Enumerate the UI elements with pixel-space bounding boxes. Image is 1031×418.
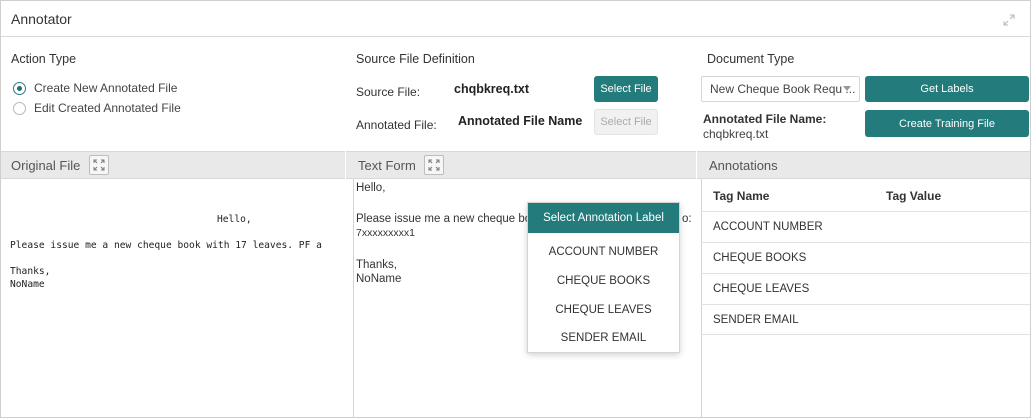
source-definition-heading: Source File Definition: [356, 52, 475, 66]
annotation-row[interactable]: SENDER EMAIL: [701, 304, 1030, 335]
annotation-row[interactable]: ACCOUNT NUMBER: [701, 211, 1030, 242]
popup-item-account-number[interactable]: ACCOUNT NUMBER: [528, 246, 679, 258]
radio-edit-created-label: Edit Created Annotated File: [34, 101, 181, 115]
text-form-line-2[interactable]: 7xxxxxxxxx1: [356, 227, 415, 239]
text-form-thanks[interactable]: Thanks,: [356, 259, 397, 271]
create-training-file-button[interactable]: Create Training File: [865, 110, 1029, 137]
document-type-selected: New Cheque Book Requ ...: [710, 82, 856, 96]
document-type-heading: Document Type: [707, 52, 795, 66]
original-line-2: Please issue me a new cheque book with 1…: [10, 240, 322, 251]
popup-item-cheque-books[interactable]: CHEQUE BOOKS: [528, 275, 679, 287]
radio-unchecked-icon[interactable]: [13, 101, 26, 115]
title-bar: Annotator: [1, 1, 1030, 37]
select-file-button[interactable]: Select File: [594, 76, 658, 102]
text-form-name[interactable]: NoName: [356, 273, 401, 285]
tag-value-header: Tag Value: [886, 189, 942, 203]
radio-create-new[interactable]: Create New Annotated File: [13, 81, 177, 95]
annotation-label-popup: Select Annotation Label ACCOUNT NUMBER C…: [527, 202, 680, 353]
popup-title: Select Annotation Label: [528, 203, 679, 233]
annotated-name-value: chqbkreq.txt: [703, 127, 769, 141]
original-line-4: NoName: [10, 279, 45, 290]
text-form-greeting[interactable]: Hello,: [356, 182, 385, 194]
chevron-down-icon: [843, 86, 851, 91]
document-type-select[interactable]: New Cheque Book Requ ...: [701, 76, 860, 102]
radio-create-new-label: Create New Annotated File: [34, 81, 178, 95]
text-form-bar: Text Form: [346, 151, 696, 179]
maximize-icon[interactable]: [424, 155, 444, 175]
annotations-title: Annotations: [709, 158, 778, 173]
select-file-disabled-button: Select File: [594, 109, 658, 135]
original-file-bar: Original File: [1, 151, 345, 179]
annotation-tag: CHEQUE LEAVES: [713, 283, 810, 295]
annotation-row[interactable]: CHEQUE BOOKS: [701, 242, 1030, 273]
annotated-file-label: Annotated File:: [356, 118, 437, 132]
annotator-window: Annotator Action Type Create New Annotat…: [0, 0, 1031, 418]
annotation-row[interactable]: CHEQUE LEAVES: [701, 273, 1030, 304]
panel-divider: [353, 179, 354, 418]
text-form-title: Text Form: [358, 158, 416, 173]
text-form-line-1[interactable]: Please issue me a new cheque boo: [356, 213, 538, 225]
source-file-label: Source File:: [356, 85, 421, 99]
tag-name-header: Tag Name: [713, 189, 770, 203]
annotation-tag: ACCOUNT NUMBER: [713, 221, 823, 233]
action-type-heading: Action Type: [11, 52, 77, 66]
expand-arrows-icon[interactable]: [1002, 13, 1016, 27]
annotation-tag: SENDER EMAIL: [713, 314, 799, 326]
original-line-1: Hello,: [217, 214, 252, 225]
original-file-title: Original File: [11, 158, 81, 173]
popup-item-cheque-leaves[interactable]: CHEQUE LEAVES: [528, 304, 679, 316]
action-type-section: Action Type Create New Annotated File Ed…: [1, 37, 345, 151]
annotation-tag: CHEQUE BOOKS: [713, 252, 807, 264]
annotations-bar: Annotations: [697, 151, 1030, 179]
window-title: Annotator: [11, 11, 72, 27]
source-definition-section: Source File Definition Source File: chqb…: [346, 37, 696, 151]
source-file-value: chqbkreq.txt: [454, 82, 530, 96]
popup-item-sender-email[interactable]: SENDER EMAIL: [528, 332, 679, 344]
annotated-name-label: Annotated File Name:: [703, 112, 827, 126]
document-type-section: Document Type New Cheque Book Requ ... G…: [697, 37, 1030, 151]
text-form-line-1-tail[interactable]: o:: [682, 213, 692, 225]
maximize-icon[interactable]: [89, 155, 109, 175]
get-labels-button[interactable]: Get Labels: [865, 76, 1029, 102]
radio-checked-icon[interactable]: [13, 81, 26, 95]
original-line-3: Thanks,: [10, 266, 51, 277]
radio-edit-created[interactable]: Edit Created Annotated File: [13, 101, 181, 115]
annotated-file-value: Annotated File Name: [458, 114, 583, 128]
